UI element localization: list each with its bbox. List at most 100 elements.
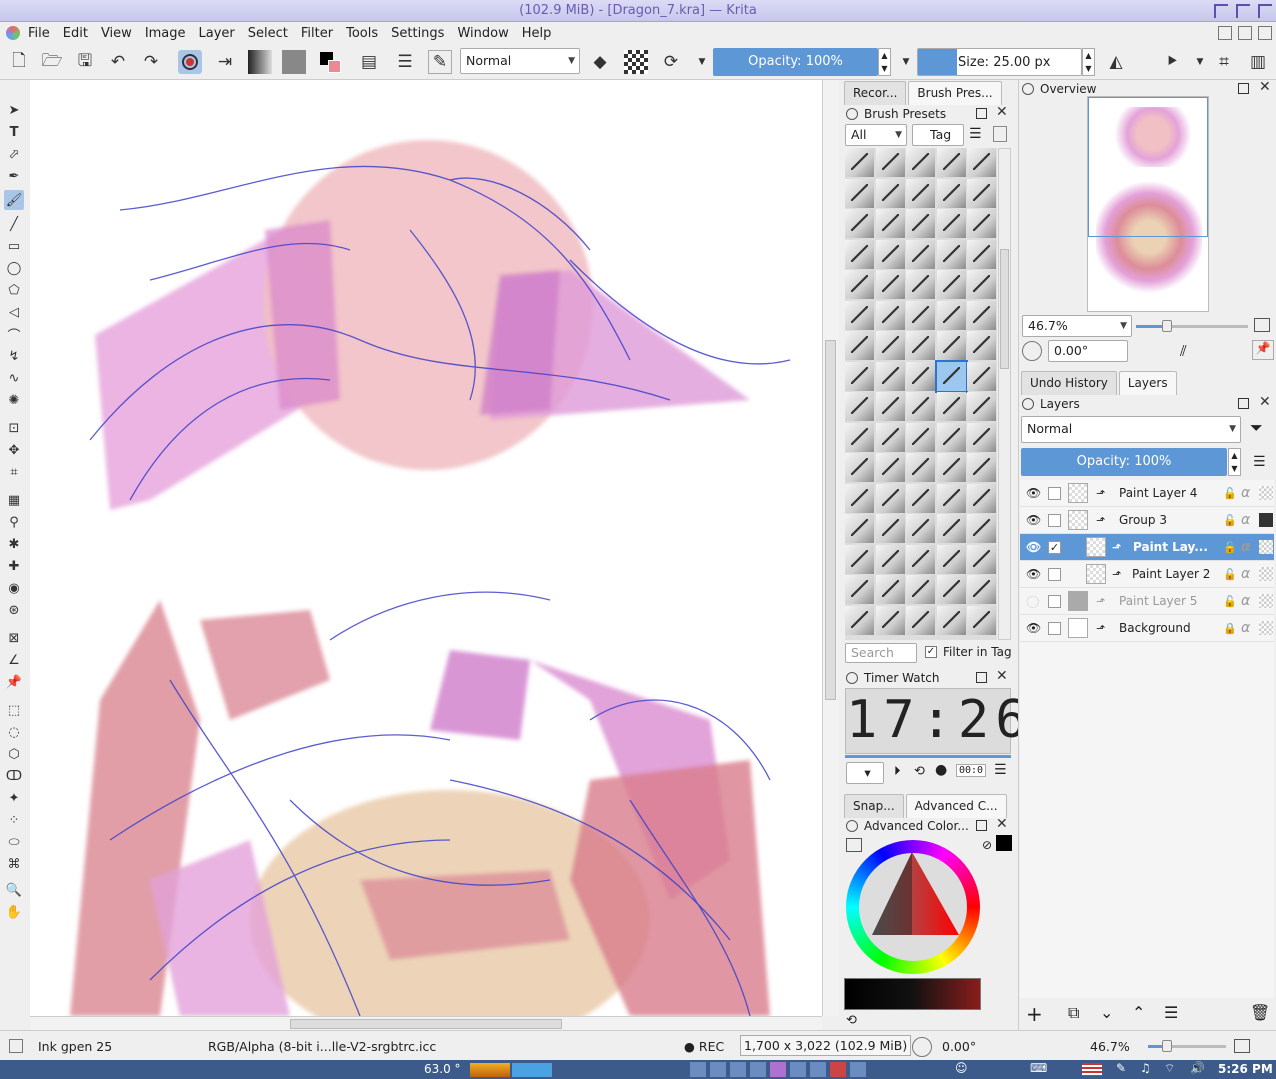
brush-preset-item[interactable] bbox=[936, 392, 966, 421]
close-doc-icon[interactable] bbox=[1258, 26, 1272, 40]
timer-menu-icon[interactable]: ☰ bbox=[994, 762, 1007, 778]
rotation-dial-icon[interactable] bbox=[1022, 341, 1042, 361]
brush-preset-item[interactable] bbox=[967, 148, 996, 177]
enclose-fill-icon[interactable]: ⊛ bbox=[4, 600, 24, 620]
brush-preset-item[interactable] bbox=[906, 422, 935, 452]
menu-filter[interactable]: Filter bbox=[301, 26, 333, 41]
color-settings-icon[interactable] bbox=[846, 838, 862, 852]
play-icon[interactable]: ⏵ bbox=[894, 764, 901, 779]
minimize-icon[interactable] bbox=[1214, 4, 1228, 18]
tab-snapshot[interactable]: Snap... bbox=[844, 794, 904, 818]
edit-shapes-icon[interactable]: ⬀ bbox=[4, 144, 24, 164]
menu-help[interactable]: Help bbox=[522, 26, 552, 41]
music-icon[interactable]: ♫ bbox=[1140, 1061, 1151, 1075]
line-tool-icon[interactable]: ╱ bbox=[4, 214, 24, 234]
lock-docker-icon[interactable] bbox=[846, 672, 858, 684]
float-doc-icon[interactable] bbox=[1238, 26, 1252, 40]
brush-preset-item[interactable] bbox=[845, 300, 874, 330]
layer-filter-icon[interactable]: ⏷ bbox=[1250, 418, 1263, 438]
opacity-slider[interactable]: Opacity: 100% bbox=[713, 48, 878, 76]
dynamic-brush-icon[interactable]: ∿ bbox=[4, 368, 24, 388]
fill-tool-icon[interactable]: ◉ bbox=[4, 578, 24, 598]
brush-filter-select[interactable]: All ▼ bbox=[845, 124, 907, 146]
blend-mode-select[interactable]: Normal ▼ bbox=[460, 48, 580, 74]
brush-preset-item[interactable] bbox=[875, 514, 905, 543]
brush-preset-item[interactable] bbox=[906, 392, 935, 421]
brush-preset-item[interactable] bbox=[845, 270, 874, 299]
rotation-input[interactable]: 0.00° bbox=[1048, 340, 1128, 362]
layer-row[interactable]: 👁 ⬏ Paint Layer 2 🔓 α bbox=[1020, 561, 1274, 588]
measure-tool-icon[interactable]: ∠ bbox=[4, 650, 24, 670]
brush-preset-item[interactable] bbox=[936, 300, 966, 330]
maximize-icon[interactable] bbox=[1236, 4, 1250, 18]
layer-select-checkbox[interactable] bbox=[1048, 513, 1061, 527]
layer-blend-select[interactable]: Normal ▼ bbox=[1021, 416, 1241, 443]
menu-image[interactable]: Image bbox=[145, 26, 186, 41]
redo-icon[interactable]: ↷ bbox=[139, 50, 163, 74]
unlocked-icon[interactable]: 🔓 bbox=[1223, 514, 1237, 527]
brush-preset-item[interactable] bbox=[845, 514, 874, 543]
menu-file[interactable]: File bbox=[28, 26, 50, 41]
brush-preset-item[interactable] bbox=[967, 422, 996, 452]
layers-menu-icon[interactable]: ☰ bbox=[1253, 454, 1266, 470]
unlocked-icon[interactable]: 🔓 bbox=[1223, 487, 1237, 500]
brush-preset-item[interactable] bbox=[845, 209, 874, 238]
alpha-lock-icon[interactable]: α bbox=[1241, 593, 1250, 609]
gradient-tool-icon[interactable]: ▦ bbox=[4, 490, 24, 510]
zoom-select[interactable]: 46.7% ▼ bbox=[1022, 315, 1132, 337]
lock-docker-icon[interactable] bbox=[846, 820, 858, 832]
add-layer-icon[interactable]: + bbox=[1026, 1002, 1043, 1026]
brush-preset-item[interactable] bbox=[875, 483, 905, 513]
alpha-lock-icon[interactable]: α bbox=[1241, 539, 1251, 555]
opacity-chevron-icon[interactable]: ▼ bbox=[894, 50, 918, 74]
opacity-spin-icon[interactable]: ▲ ▼ bbox=[878, 48, 891, 76]
brush-preset-item[interactable] bbox=[936, 270, 966, 299]
restore-doc-icon[interactable] bbox=[1218, 26, 1232, 40]
bezier-select-icon[interactable]: ⬭ bbox=[4, 832, 24, 852]
close-docker-icon[interactable]: ✕ bbox=[996, 668, 1008, 684]
launcher-icon[interactable] bbox=[830, 1062, 846, 1077]
brush-preset-item[interactable] bbox=[845, 453, 874, 482]
brush-preset-item[interactable] bbox=[936, 178, 966, 208]
layer-select-checkbox[interactable] bbox=[1048, 486, 1061, 500]
locked-icon[interactable]: 🔒 bbox=[1223, 622, 1237, 635]
brush-preset-item[interactable] bbox=[875, 361, 905, 391]
pen-tray-icon[interactable]: ✎ bbox=[1116, 1061, 1126, 1075]
status-zoom-slider[interactable] bbox=[1148, 1040, 1226, 1052]
duplicate-layer-icon[interactable]: ⧉ bbox=[1068, 1003, 1079, 1023]
freehand-brush-icon[interactable]: 🖌 bbox=[4, 190, 24, 210]
brush-preset-item[interactable] bbox=[967, 453, 996, 482]
canvas-horizontal-scrollbar[interactable] bbox=[30, 1016, 822, 1030]
select-shapes-icon[interactable]: ➤ bbox=[4, 100, 24, 120]
workspace-icon[interactable]: ▥ bbox=[1246, 50, 1270, 74]
more-chevron-icon[interactable]: ▼ bbox=[690, 50, 714, 74]
canvas-vertical-scrollbar[interactable] bbox=[822, 80, 838, 1016]
brush-preset-icon[interactable]: ✎ bbox=[428, 50, 452, 74]
inherit-alpha-icon[interactable] bbox=[1259, 594, 1273, 608]
tab-recorder[interactable]: Recor... bbox=[844, 81, 907, 105]
brush-preset-item[interactable] bbox=[875, 422, 905, 452]
brush-preset-item[interactable] bbox=[875, 392, 905, 421]
color-triangle[interactable] bbox=[864, 850, 964, 950]
color-profile[interactable]: RGB/Alpha (8-bit i...lle-V2-srgbtrc.icc bbox=[208, 1039, 436, 1054]
brush-preset-item[interactable] bbox=[845, 361, 874, 391]
close-window-icon[interactable] bbox=[1258, 4, 1272, 18]
layer-row-selected[interactable]: 👁 ✓ ⬏ Paint Lay... 🔓 α bbox=[1020, 534, 1274, 561]
new-document-icon[interactable]: 🗋 bbox=[7, 50, 31, 74]
visibility-eye-icon[interactable]: 👁 bbox=[1026, 486, 1041, 500]
brush-preset-item[interactable] bbox=[845, 148, 874, 177]
colorize-mask-icon[interactable]: ✱ bbox=[4, 534, 24, 554]
brush-preset-item[interactable] bbox=[875, 209, 905, 238]
horizontal-scroll-thumb[interactable] bbox=[290, 1019, 562, 1029]
alpha-lock-icon[interactable]: α bbox=[1241, 566, 1250, 582]
docker-menu-icon[interactable] bbox=[993, 126, 1007, 142]
tab-brush-presets[interactable]: Brush Pres... bbox=[908, 81, 1002, 105]
brush-preset-item[interactable] bbox=[906, 605, 935, 635]
inherit-alpha-icon[interactable] bbox=[1259, 621, 1273, 635]
brush-preset-item[interactable] bbox=[906, 483, 935, 513]
lock-docker-icon[interactable] bbox=[1022, 398, 1034, 410]
brush-preset-item[interactable] bbox=[936, 422, 966, 452]
layer-row[interactable]: 👁 ⬏ Group 3 🔓 α bbox=[1020, 507, 1274, 534]
fit-view-icon[interactable] bbox=[1254, 318, 1270, 332]
alpha-lock-icon[interactable]: α bbox=[1241, 620, 1250, 636]
